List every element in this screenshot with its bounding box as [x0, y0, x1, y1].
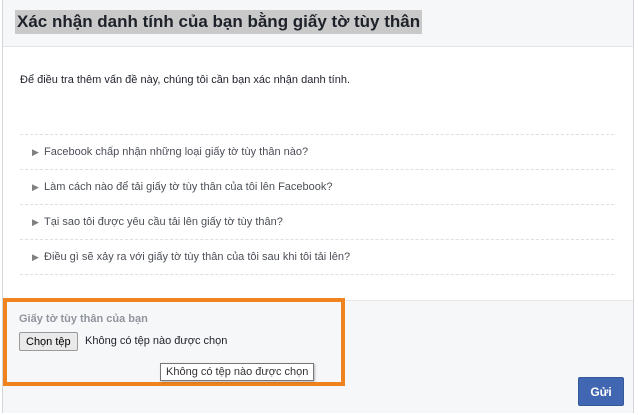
intro-text: Để điều tra thêm vấn đề này, chúng tôi c… — [20, 74, 351, 86]
faq-item-label: Làm cách nào để tải giấy tờ tùy thân của… — [44, 181, 333, 193]
triangle-right-icon: ▶ — [32, 146, 39, 157]
faq-item-label: Điều gì sẽ xảy ra với giấy tờ tùy thân c… — [44, 251, 351, 263]
dialog-header: Xác nhận danh tính của bạn bằng giấy tờ … — [3, 0, 633, 47]
file-tooltip: Không có tệp nào được chọn — [160, 363, 315, 381]
faq-item-why-asked[interactable]: ▶ Tại sao tôi được yêu cầu tải lên giấy … — [20, 205, 614, 240]
faq-item-how-to-upload[interactable]: ▶ Làm cách nào để tải giấy tờ tùy thân c… — [20, 170, 614, 205]
faq-item-label: Facebook chấp nhận những loại giấy tờ tù… — [44, 146, 309, 158]
faq-list: ▶ Facebook chấp nhận những loại giấy tờ … — [20, 134, 614, 275]
triangle-right-icon: ▶ — [32, 181, 39, 192]
triangle-right-icon: ▶ — [32, 216, 39, 227]
submit-button[interactable]: Gửi — [578, 377, 624, 406]
faq-item-what-happens[interactable]: ▶ Điều gì sẽ xảy ra với giấy tờ tùy thân… — [20, 240, 614, 275]
page-title: Xác nhận danh tính của bạn bằng giấy tờ … — [15, 10, 423, 34]
faq-item-label: Tại sao tôi được yêu cầu tải lên giấy tờ… — [44, 216, 283, 228]
faq-item-accepted-ids[interactable]: ▶ Facebook chấp nhận những loại giấy tờ … — [20, 135, 614, 170]
triangle-right-icon: ▶ — [32, 251, 39, 262]
